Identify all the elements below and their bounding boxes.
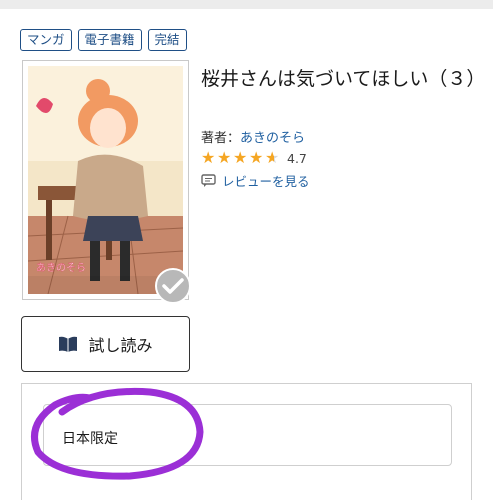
cover-author: あきのそら xyxy=(36,262,86,274)
check-icon[interactable] xyxy=(155,268,191,304)
author-link[interactable]: あきのそら xyxy=(240,131,305,146)
cover-art: あきのそら xyxy=(28,66,183,294)
tag-manga[interactable]: マンガ xyxy=(20,29,72,51)
star-icon: ★ xyxy=(233,148,248,167)
trial-read-button[interactable]: 試し読み xyxy=(21,316,190,372)
top-bar xyxy=(0,0,493,9)
tag-list: マンガ 電子書籍 完結 xyxy=(20,29,187,51)
rating: ★ ★ ★ ★ ★ 4.7 xyxy=(201,149,307,167)
comment-icon xyxy=(201,173,216,187)
rating-score: 4.7 xyxy=(287,150,307,166)
book-open-icon xyxy=(59,336,78,352)
tag-complete[interactable]: 完結 xyxy=(147,29,187,51)
review-link[interactable]: レビューを見る xyxy=(201,171,310,190)
region-restriction-label: 日本限定 xyxy=(62,431,118,447)
half-star-icon: ★ xyxy=(265,148,280,167)
author-line: 著者：あきのそら xyxy=(201,127,305,146)
book-title: 桜井さんは気づいてほしい（３） xyxy=(201,68,486,90)
author-prefix: 著者： xyxy=(201,131,241,146)
star-icon: ★ xyxy=(201,148,216,167)
trial-read-label: 試し読み xyxy=(88,336,153,355)
tag-ebook[interactable]: 電子書籍 xyxy=(77,29,142,51)
review-label: レビューを見る xyxy=(222,174,310,189)
star-icon: ★ xyxy=(217,148,232,167)
book-cover[interactable]: あきのそら xyxy=(22,60,189,300)
star-icon: ★ xyxy=(249,148,264,167)
